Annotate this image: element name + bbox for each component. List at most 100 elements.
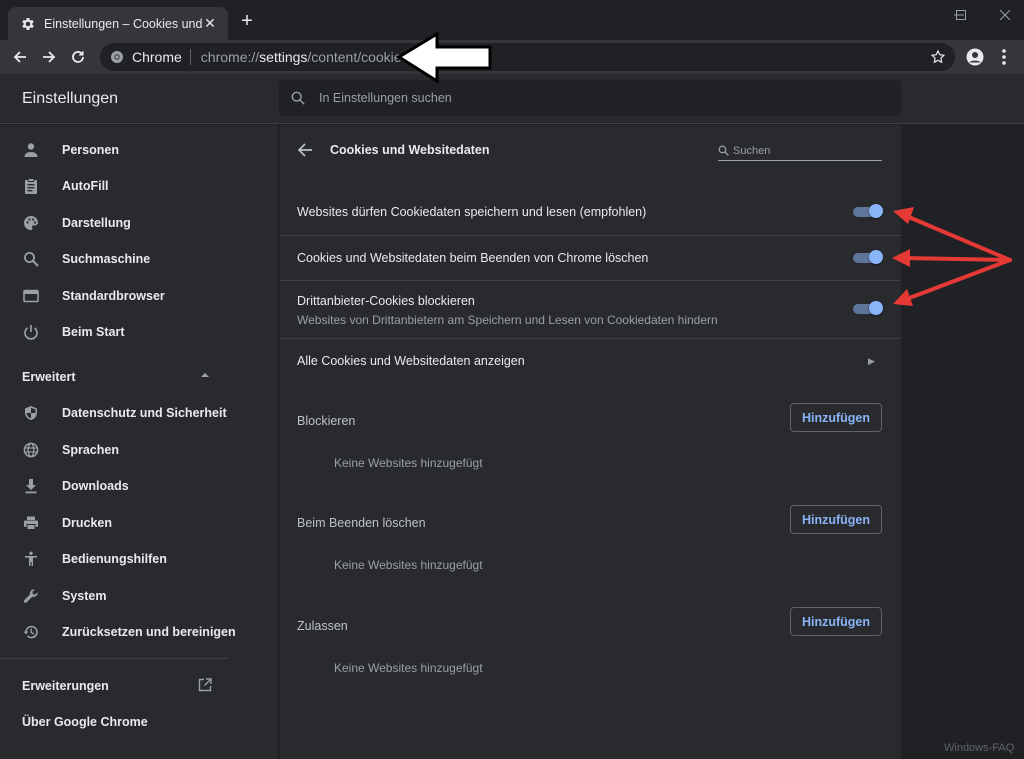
section-title-beim-beenden: Beim Beenden löschen bbox=[297, 516, 426, 530]
sidebar-item-label: Bedienungshilfen bbox=[62, 552, 167, 566]
sidebar-item-about-chrome[interactable]: Über Google Chrome bbox=[22, 715, 148, 729]
more-vert-icon bbox=[1002, 49, 1006, 65]
toggle-block-third-party[interactable] bbox=[853, 301, 883, 316]
download-icon bbox=[22, 477, 40, 495]
sidebar-item-label: AutoFill bbox=[62, 179, 109, 193]
sidebar-item-label: Zurücksetzen und bereinigen bbox=[62, 625, 236, 639]
sidebar-item-beim-start[interactable]: Beim Start bbox=[0, 314, 278, 350]
menu-button[interactable] bbox=[992, 45, 1016, 69]
page-title: Einstellungen bbox=[22, 90, 119, 107]
sidebar-item-suchmaschine[interactable]: Suchmaschine bbox=[0, 241, 278, 277]
toggle-label: Drittanbieter-Cookies blockieren bbox=[297, 294, 475, 308]
section-title-zulassen: Zulassen bbox=[297, 619, 348, 633]
close-window-button[interactable] bbox=[982, 0, 1024, 30]
url-path: /content/cookies bbox=[307, 49, 409, 65]
toggle-row-clear-on-exit[interactable]: Cookies und Websitedaten beim Beenden vo… bbox=[280, 235, 901, 280]
tab-close-icon[interactable]: ✕ bbox=[202, 15, 218, 32]
forward-button[interactable] bbox=[37, 45, 61, 69]
sidebar-item-label: Datenschutz und Sicherheit bbox=[62, 406, 227, 420]
open-in-new-icon[interactable] bbox=[198, 678, 212, 692]
maximize-icon bbox=[956, 10, 966, 20]
add-clear-on-exit-site-button[interactable]: Hinzufügen bbox=[790, 505, 882, 534]
sidebar-item-darstellung[interactable]: Darstellung bbox=[0, 205, 278, 241]
avatar-icon bbox=[966, 48, 984, 66]
search-icon bbox=[22, 250, 40, 268]
sidebar-item-standardbrowser[interactable]: Standardbrowser bbox=[0, 278, 278, 314]
sidebar-item-personen[interactable]: Personen bbox=[0, 132, 278, 168]
chrome-chip-label: Chrome bbox=[132, 49, 182, 65]
browser-toolbar: Chrome chrome://settings/content/cookies bbox=[0, 40, 1024, 74]
url-prefix: chrome:// bbox=[200, 49, 260, 65]
back-arrow-icon bbox=[13, 51, 26, 63]
sidebar-item-label: Darstellung bbox=[62, 216, 131, 230]
sidebar-item-bedienungshilfen[interactable]: Bedienungshilfen bbox=[0, 541, 278, 577]
add-blocked-site-button[interactable]: Hinzufügen bbox=[790, 403, 882, 432]
forward-arrow-icon bbox=[43, 51, 56, 63]
sidebar-item-label: Sprachen bbox=[62, 443, 119, 457]
wrench-icon bbox=[22, 587, 40, 605]
settings-search-input[interactable]: In Einstellungen suchen bbox=[279, 80, 901, 116]
bookmark-star-button[interactable] bbox=[926, 45, 950, 69]
sidebar-item-label: Standardbrowser bbox=[62, 289, 165, 303]
sidebar-item-datenschutz[interactable]: Datenschutz und Sicherheit bbox=[0, 395, 278, 431]
back-arrow-icon[interactable] bbox=[296, 141, 314, 159]
search-icon bbox=[291, 91, 305, 105]
search-placeholder: Suchen bbox=[733, 144, 771, 157]
profile-button[interactable] bbox=[963, 45, 987, 69]
back-button[interactable] bbox=[8, 45, 32, 69]
browser-tab[interactable]: Einstellungen – Cookies und Wel ✕ bbox=[8, 7, 228, 40]
sidebar-item-label: Downloads bbox=[62, 479, 129, 493]
reload-icon bbox=[72, 51, 84, 63]
sidebar-item-system[interactable]: System bbox=[0, 578, 278, 614]
toggle-clear-on-exit[interactable] bbox=[853, 250, 883, 265]
new-tab-button[interactable]: + bbox=[238, 11, 256, 31]
settings-header: Einstellungen In Einstellungen suchen bbox=[0, 74, 1024, 124]
chevron-right-icon: ▶ bbox=[868, 356, 875, 366]
page-title: Cookies und Websitedaten bbox=[330, 143, 490, 157]
red-annotation-arrows-icon bbox=[892, 207, 1012, 306]
advanced-section-label[interactable]: Erweitert bbox=[22, 370, 76, 384]
all-cookies-label: Alle Cookies und Websitedaten anzeigen bbox=[297, 354, 525, 368]
sidebar-item-erweiterungen[interactable]: Erweiterungen bbox=[22, 679, 109, 693]
toggle-label: Cookies und Websitedaten beim Beenden vo… bbox=[297, 251, 649, 265]
sidebar-item-label: Drucken bbox=[62, 516, 113, 530]
add-allowed-site-button[interactable]: Hinzufügen bbox=[790, 607, 882, 636]
toggle-allow-cookies[interactable] bbox=[853, 204, 883, 219]
all-cookies-link-row[interactable]: Alle Cookies und Websitedaten anzeigen ▶ bbox=[280, 338, 901, 383]
toggle-row-allow-cookies[interactable]: Websites dürfen Cookiedaten speichern un… bbox=[280, 190, 901, 235]
sidebar-item-sprachen[interactable]: Sprachen bbox=[0, 432, 278, 468]
sidebar-item-label: Personen bbox=[62, 143, 119, 157]
accessibility-icon bbox=[22, 550, 40, 568]
empty-list-text: Keine Websites hinzugefügt bbox=[334, 558, 483, 572]
clipboard-icon bbox=[22, 177, 40, 195]
toggle-row-block-third-party[interactable]: Drittanbieter-Cookies blockieren Website… bbox=[280, 280, 901, 338]
tab-title: Einstellungen – Cookies und Wel bbox=[44, 16, 202, 31]
tab-strip: Einstellungen – Cookies und Wel ✕ + bbox=[0, 0, 1024, 40]
empty-list-text: Keine Websites hinzugefügt bbox=[334, 456, 483, 470]
sidebar-item-label: Suchmaschine bbox=[62, 252, 151, 266]
power-icon bbox=[22, 323, 40, 341]
printer-icon bbox=[22, 514, 40, 532]
collapse-arrow-icon[interactable] bbox=[200, 372, 210, 378]
sidebar-divider bbox=[0, 658, 228, 659]
shield-icon bbox=[22, 404, 40, 422]
sidebar-item-zuruecksetzen[interactable]: Zurücksetzen und bereinigen bbox=[0, 614, 278, 650]
omnibox-separator bbox=[189, 49, 191, 65]
search-icon bbox=[718, 145, 729, 156]
browser-icon bbox=[22, 287, 40, 305]
sidebar-item-downloads[interactable]: Downloads bbox=[0, 468, 278, 504]
gear-icon bbox=[20, 16, 36, 32]
empty-list-text: Keine Websites hinzugefügt bbox=[334, 661, 483, 675]
palette-icon bbox=[22, 214, 40, 232]
reload-button[interactable] bbox=[66, 45, 90, 69]
sidebar-item-drucken[interactable]: Drucken bbox=[0, 505, 278, 541]
sidebar-item-label: Beim Start bbox=[62, 325, 125, 339]
sidebar-item-autofill[interactable]: AutoFill bbox=[0, 168, 278, 204]
sidebar-item-label: System bbox=[62, 589, 107, 603]
subpage-search-input[interactable]: Suchen bbox=[718, 141, 882, 161]
address-bar[interactable]: Chrome chrome://settings/content/cookies bbox=[100, 43, 955, 71]
person-icon bbox=[22, 141, 40, 159]
search-placeholder: In Einstellungen suchen bbox=[319, 91, 452, 105]
url-text: chrome://settings/content/cookies bbox=[201, 49, 409, 65]
white-pointer-arrow-icon bbox=[396, 31, 492, 84]
